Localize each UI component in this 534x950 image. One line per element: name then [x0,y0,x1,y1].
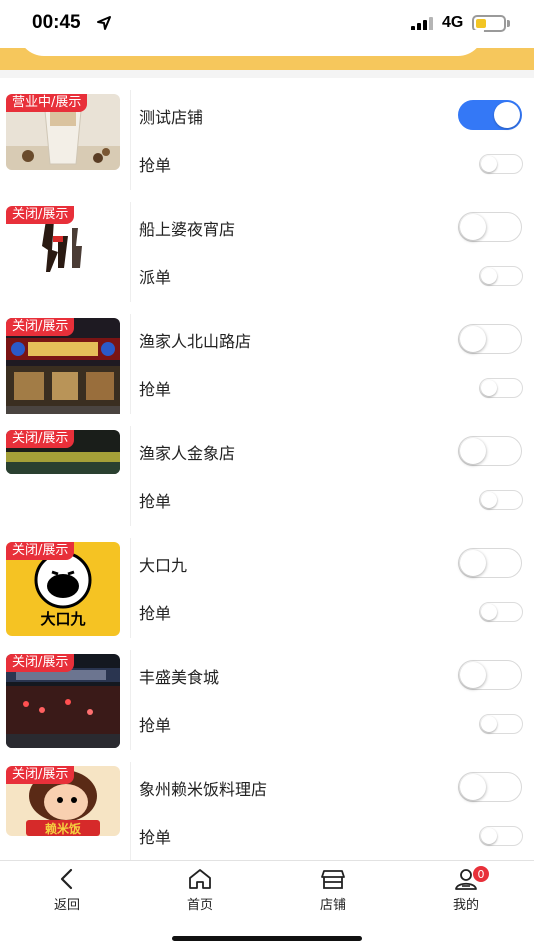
store-open-toggle[interactable] [458,660,522,690]
store-name: 丰盛美食城 [139,668,220,687]
store-panel: 大口九 抢单 [130,538,527,638]
tab-mine[interactable]: 0 我的 [426,865,506,917]
battery-tip [507,20,510,27]
home-indicator [172,936,362,941]
order-mode-toggle[interactable] [479,154,523,174]
store-name: 测试店铺 [139,108,204,127]
store-open-toggle[interactable] [458,548,522,578]
store-row[interactable]: 关闭/展示 船上婆夜宵店 派单 [0,190,534,302]
order-mode-toggle[interactable] [479,714,523,734]
tab-home[interactable]: 首页 [160,867,240,917]
store-name: 渔家人金象店 [139,444,236,463]
order-mode-label: 抢单 [139,604,172,623]
store-panel: 渔家人北山路店 抢单 [130,314,527,414]
store-row[interactable]: 关闭/展示 渔家人金象店 抢单 [0,414,534,526]
store-name: 大口九 [139,556,188,575]
status-tag: 关闭/展示 [6,766,75,784]
order-mode-label: 抢单 [139,716,172,735]
status-tag: 营业中/展示 [6,94,88,112]
store-open-toggle[interactable] [458,100,522,130]
order-mode-toggle[interactable] [479,490,523,510]
store-open-toggle[interactable] [458,772,522,802]
store-panel: 象州赖米饭料理店 抢单 [130,762,527,862]
store-open-toggle[interactable] [458,212,522,242]
store-name: 船上婆夜宵店 [139,220,236,239]
tab-store-label: 店铺 [319,898,346,913]
home-icon [189,869,211,889]
order-mode-label: 抢单 [139,380,172,399]
tab-back[interactable]: 返回 [27,867,107,917]
tab-back-label: 返回 [53,898,80,913]
status-tag: 关闭/展示 [6,206,75,224]
order-mode-label: 抢单 [139,156,172,175]
order-mode-toggle[interactable] [479,378,523,398]
store-row[interactable]: 关闭/展示 丰盛美食城 抢单 [0,638,534,750]
store-row[interactable]: 关闭/展示 渔家人北山路店 抢单 [0,302,534,422]
chevron-left-icon [60,868,73,890]
store-open-toggle[interactable] [458,324,522,354]
tab-mine-label: 我的 [452,898,479,913]
header-card [18,30,484,56]
tab-home-label: 首页 [186,898,213,913]
status-tag: 关闭/展示 [6,542,75,560]
store-panel: 测试店铺 抢单 [130,90,527,190]
store-icon [321,870,345,889]
status-tag: 关闭/展示 [6,318,75,336]
store-panel: 丰盛美食城 抢单 [130,650,527,750]
status-tag: 关闭/展示 [6,430,75,448]
store-name: 渔家人北山路店 [139,332,252,351]
store-row[interactable]: 大口九 关闭/展示 大口九 抢单 [0,526,534,638]
order-mode-toggle[interactable] [479,266,523,286]
store-name: 象州赖米饭料理店 [139,780,268,799]
order-mode-toggle[interactable] [479,602,523,622]
tab-store[interactable]: 店铺 [293,867,373,917]
order-mode-label: 抢单 [139,492,172,511]
order-mode-label: 抢单 [139,828,172,847]
store-row[interactable]: 赖米饭 关闭/展示 象州赖米饭料理店 抢单 [0,750,534,862]
dakoujiu-logo-text: 大口九 [40,610,85,628]
order-mode-toggle[interactable] [479,826,523,846]
store-panel: 船上婆夜宵店 派单 [130,202,527,302]
order-mode-label: 派单 [139,268,172,287]
laimifan-logo-text: 赖米饭 [45,821,81,836]
store-open-toggle[interactable] [458,436,522,466]
status-tag: 关闭/展示 [6,654,75,672]
store-panel: 渔家人金象店 抢单 [130,426,527,526]
location-arrow-icon [97,16,111,30]
store-row[interactable]: 营业中/展示 测试店铺 抢单 [0,78,534,190]
notification-badge: 0 [472,865,490,883]
